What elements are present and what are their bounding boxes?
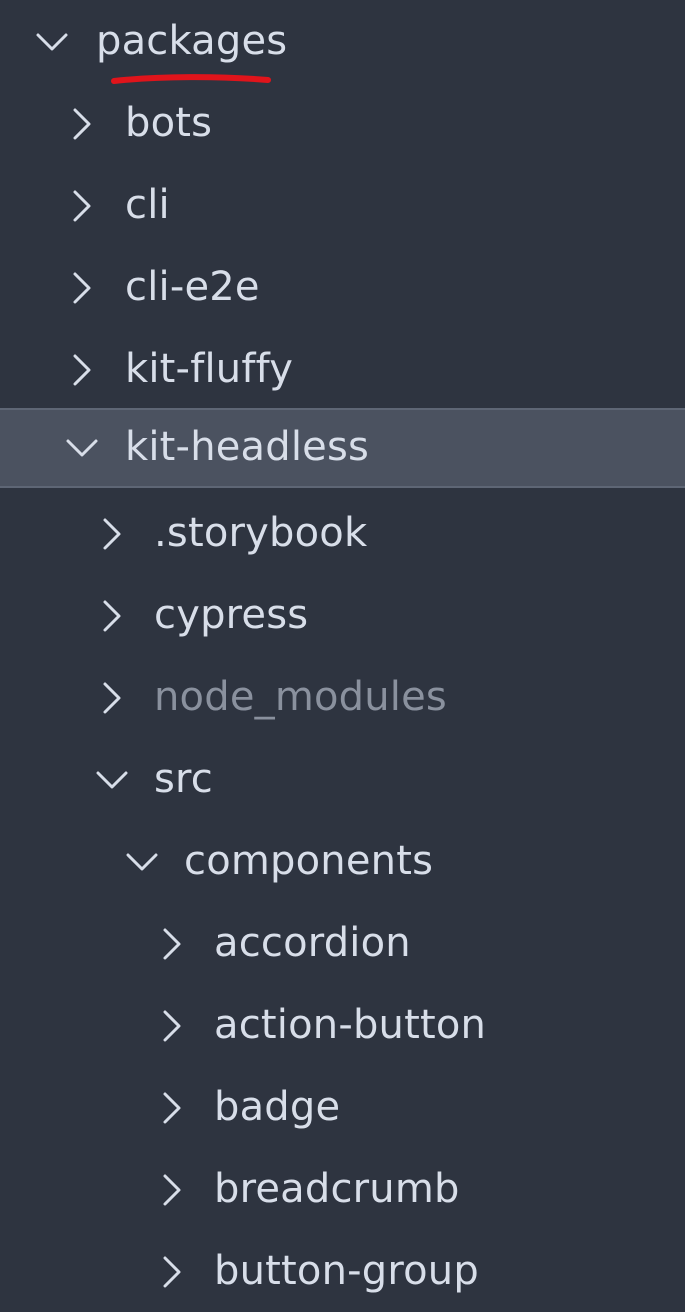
tree-item-label: src <box>154 756 213 803</box>
tree-item-action-button[interactable]: action-button <box>0 986 685 1066</box>
chevron-right-icon[interactable] <box>94 598 130 634</box>
tree-item-storybook[interactable]: .storybook <box>0 494 685 574</box>
tree-item-label: cli <box>125 182 170 229</box>
tree-item-cypress[interactable]: cypress <box>0 576 685 656</box>
chevron-right-icon[interactable] <box>154 1172 190 1208</box>
tree-item-label: badge <box>214 1084 341 1131</box>
tree-item-label: .storybook <box>154 510 368 557</box>
tree-item-label: breadcrumb <box>214 1166 460 1213</box>
tree-item-kit-headless[interactable]: kit-headless <box>0 408 685 488</box>
tree-item-bots[interactable]: bots <box>0 84 685 164</box>
tree-item-kit-fluffy[interactable]: kit-fluffy <box>0 330 685 410</box>
tree-item-label: cypress <box>154 592 309 639</box>
tree-item-label: accordion <box>214 920 411 967</box>
tree-item-button-group[interactable]: button-group <box>0 1232 685 1312</box>
tree-item-label: cli-e2e <box>125 264 260 311</box>
chevron-right-icon[interactable] <box>64 352 100 388</box>
tree-item-label: components <box>184 838 434 885</box>
tree-item-cli-e2e[interactable]: cli-e2e <box>0 248 685 328</box>
tree-item-label: action-button <box>214 1002 487 1049</box>
chevron-right-icon[interactable] <box>64 106 100 142</box>
chevron-down-icon[interactable] <box>64 430 100 466</box>
chevron-right-icon[interactable] <box>94 680 130 716</box>
tree-item-label: packages <box>96 18 288 65</box>
tree-item-label: button-group <box>214 1248 479 1295</box>
tree-item-components[interactable]: components <box>0 822 685 902</box>
tree-item-badge[interactable]: badge <box>0 1068 685 1148</box>
tree-item-node-modules[interactable]: node_modules <box>0 658 685 738</box>
tree-item-packages[interactable]: packages <box>0 2 685 84</box>
chevron-down-icon[interactable] <box>94 762 130 798</box>
tree-item-accordion[interactable]: accordion <box>0 904 685 984</box>
chevron-down-icon[interactable] <box>124 844 160 880</box>
chevron-right-icon[interactable] <box>154 1254 190 1290</box>
tree-item-src[interactable]: src <box>0 740 685 820</box>
tree-item-breadcrumb[interactable]: breadcrumb <box>0 1150 685 1230</box>
chevron-right-icon[interactable] <box>94 516 130 552</box>
tree-item-label: bots <box>125 100 213 147</box>
chevron-right-icon[interactable] <box>64 270 100 306</box>
chevron-right-icon[interactable] <box>154 926 190 962</box>
tree-item-cli[interactable]: cli <box>0 166 685 246</box>
tree-item-label: kit-headless <box>125 424 370 471</box>
chevron-down-icon[interactable] <box>34 24 70 60</box>
chevron-right-icon[interactable] <box>154 1008 190 1044</box>
chevron-right-icon[interactable] <box>154 1090 190 1126</box>
file-explorer-tree: packages bots cli cli-e2e kit-fluffy kit… <box>0 0 685 1312</box>
tree-item-label: kit-fluffy <box>125 346 294 393</box>
tree-item-label: node_modules <box>154 674 447 721</box>
chevron-right-icon[interactable] <box>64 188 100 224</box>
